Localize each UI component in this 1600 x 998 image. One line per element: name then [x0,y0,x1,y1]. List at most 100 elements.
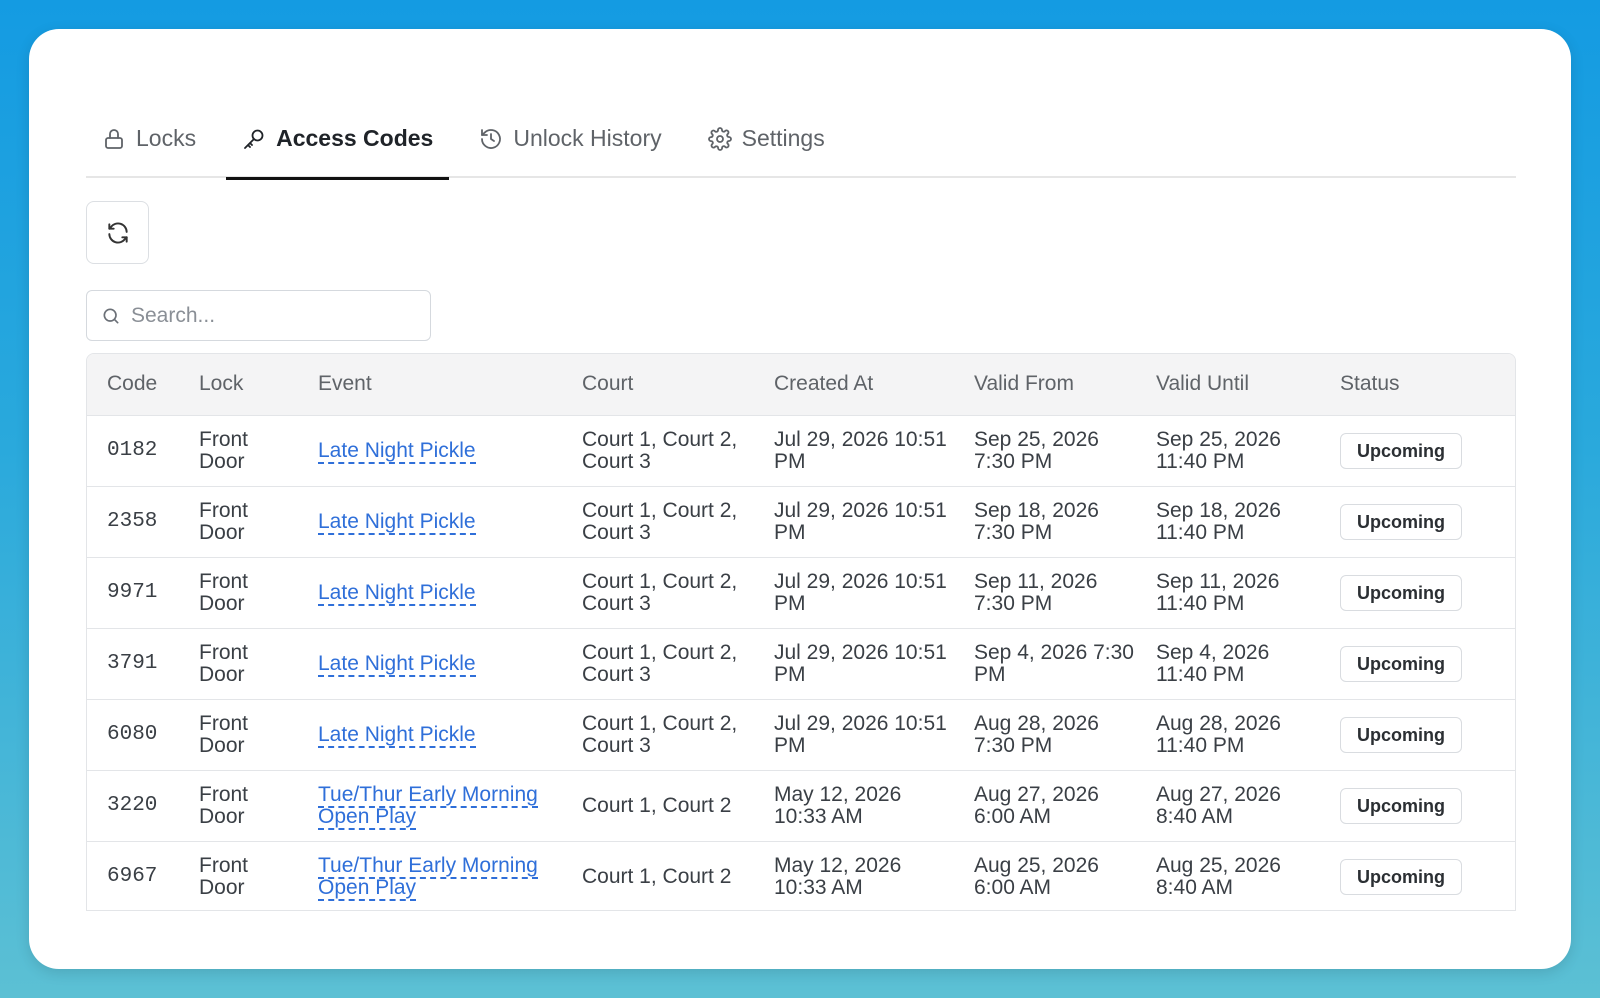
code-cell: 3791 [87,628,179,700]
column-header-court[interactable]: Court [562,354,754,416]
valid-until-cell: Aug 25, 2026 8:40 AM [1136,841,1320,910]
tab-settings[interactable]: Settings [692,99,841,178]
event-link[interactable]: Tue/Thur Early Morning Open Play [318,782,538,830]
status-badge: Upcoming [1340,858,1462,895]
status-cell: Upcoming [1320,770,1515,842]
status-badge: Upcoming [1340,503,1462,540]
event-cell: Late Night Pickle [298,699,562,771]
table-row: 6080 Front Door Late Night Pickle Court … [87,699,1515,771]
valid-until-cell: Sep 11, 2026 11:40 PM [1136,557,1320,629]
column-header-code[interactable]: Code [87,354,179,416]
status-badge: Upcoming [1340,574,1462,611]
code-cell: 6080 [87,699,179,771]
key-icon [244,129,264,149]
created-at-cell: May 12, 2026 10:33 AM [754,770,954,842]
valid-until-cell: Sep 25, 2026 11:40 PM [1136,415,1320,487]
valid-from-cell: Sep 25, 2026 7:30 PM [954,415,1136,487]
tab-label: Access Codes [276,125,434,151]
lock-cell: Front Door [179,699,298,771]
history-icon [481,128,502,149]
court-cell: Court 1, Court 2, Court 3 [562,628,754,700]
column-header-valid-from[interactable]: Valid From [954,354,1136,416]
status-cell: Upcoming [1320,557,1515,629]
event-link[interactable]: Late Night Pickle [318,438,476,464]
tab-label: Unlock History [513,125,662,151]
status-badge: Upcoming [1340,787,1462,824]
status-cell: Upcoming [1320,699,1515,771]
valid-from-cell: Aug 25, 2026 6:00 AM [954,841,1136,910]
created-at-cell: Jul 29, 2026 10:51 PM [754,699,954,771]
court-cell: Court 1, Court 2, Court 3 [562,486,754,558]
table-row: 0182 Front Door Late Night Pickle Court … [87,415,1515,487]
valid-from-cell: Aug 27, 2026 6:00 AM [954,770,1136,842]
valid-from-cell: Sep 18, 2026 7:30 PM [954,486,1136,558]
table-row: 2358 Front Door Late Night Pickle Court … [87,486,1515,558]
event-cell: Tue/Thur Early Morning Open Play [298,841,562,910]
tab-access-codes[interactable]: Access Codes [226,99,450,180]
court-cell: Court 1, Court 2, Court 3 [562,415,754,487]
tab-locks[interactable]: Locks [86,99,212,178]
column-header-status[interactable]: Status [1320,354,1515,416]
lock-cell: Front Door [179,841,298,910]
table-row: 6967 Front Door Tue/Thur Early Morning O… [87,841,1515,910]
status-badge: Upcoming [1340,645,1462,682]
event-cell: Late Night Pickle [298,415,562,487]
event-cell: Late Night Pickle [298,628,562,700]
valid-until-cell: Aug 27, 2026 8:40 AM [1136,770,1320,842]
access-codes-table: Code Lock Event Court Created At Valid F… [86,353,1516,911]
event-link[interactable]: Late Night Pickle [318,651,476,677]
created-at-cell: Jul 29, 2026 10:51 PM [754,486,954,558]
event-cell: Late Night Pickle [298,557,562,629]
column-header-created-at[interactable]: Created At [754,354,954,416]
court-cell: Court 1, Court 2 [562,841,754,910]
valid-until-cell: Aug 28, 2026 11:40 PM [1136,699,1320,771]
code-cell: 6967 [87,841,179,910]
created-at-cell: Jul 29, 2026 10:51 PM [754,415,954,487]
lock-cell: Front Door [179,415,298,487]
court-cell: Court 1, Court 2, Court 3 [562,557,754,629]
search-icon [103,308,119,323]
event-link[interactable]: Late Night Pickle [318,509,476,535]
court-cell: Court 1, Court 2 [562,770,754,842]
code-cell: 9971 [87,557,179,629]
code-cell: 0182 [87,415,179,487]
valid-from-cell: Sep 11, 2026 7:30 PM [954,557,1136,629]
tab-label: Settings [741,125,825,151]
tab-unlock-history[interactable]: Unlock History [463,99,677,178]
lock-cell: Front Door [179,770,298,842]
table-row: 3220 Front Door Tue/Thur Early Morning O… [87,770,1515,842]
column-header-event[interactable]: Event [298,354,562,416]
status-cell: Upcoming [1320,486,1515,558]
event-link[interactable]: Late Night Pickle [318,722,476,748]
refresh-button[interactable] [86,201,149,264]
court-cell: Court 1, Court 2, Court 3 [562,699,754,771]
valid-from-cell: Aug 28, 2026 7:30 PM [954,699,1136,771]
event-cell: Tue/Thur Early Morning Open Play [298,770,562,842]
tab-label: Locks [136,125,197,151]
column-header-valid-until[interactable]: Valid Until [1136,354,1320,416]
search-box [86,290,431,341]
event-link[interactable]: Late Night Pickle [318,580,476,606]
valid-from-cell: Sep 4, 2026 7:30 PM [954,628,1136,700]
lock-cell: Front Door [179,557,298,629]
event-link[interactable]: Tue/Thur Early Morning Open Play [318,853,538,901]
status-badge: Upcoming [1340,432,1462,469]
lock-cell: Front Door [179,628,298,700]
main-card: Locks Access Codes Unlock History Settin… [29,29,1571,969]
created-at-cell: May 12, 2026 10:33 AM [754,841,954,910]
refresh-icon [107,222,128,243]
valid-until-cell: Sep 18, 2026 11:40 PM [1136,486,1320,558]
event-cell: Late Night Pickle [298,486,562,558]
tab-bar: Locks Access Codes Unlock History Settin… [86,99,1516,180]
column-header-lock[interactable]: Lock [179,354,298,416]
table-header-row: Code Lock Event Court Created At Valid F… [87,354,1515,416]
code-cell: 3220 [87,770,179,842]
created-at-cell: Jul 29, 2026 10:51 PM [754,628,954,700]
search-input[interactable] [131,303,411,328]
table-row: 3791 Front Door Late Night Pickle Court … [87,628,1515,700]
code-cell: 2358 [87,486,179,558]
created-at-cell: Jul 29, 2026 10:51 PM [754,557,954,629]
lock-icon [105,128,123,149]
status-cell: Upcoming [1320,841,1515,910]
valid-until-cell: Sep 4, 2026 11:40 PM [1136,628,1320,700]
